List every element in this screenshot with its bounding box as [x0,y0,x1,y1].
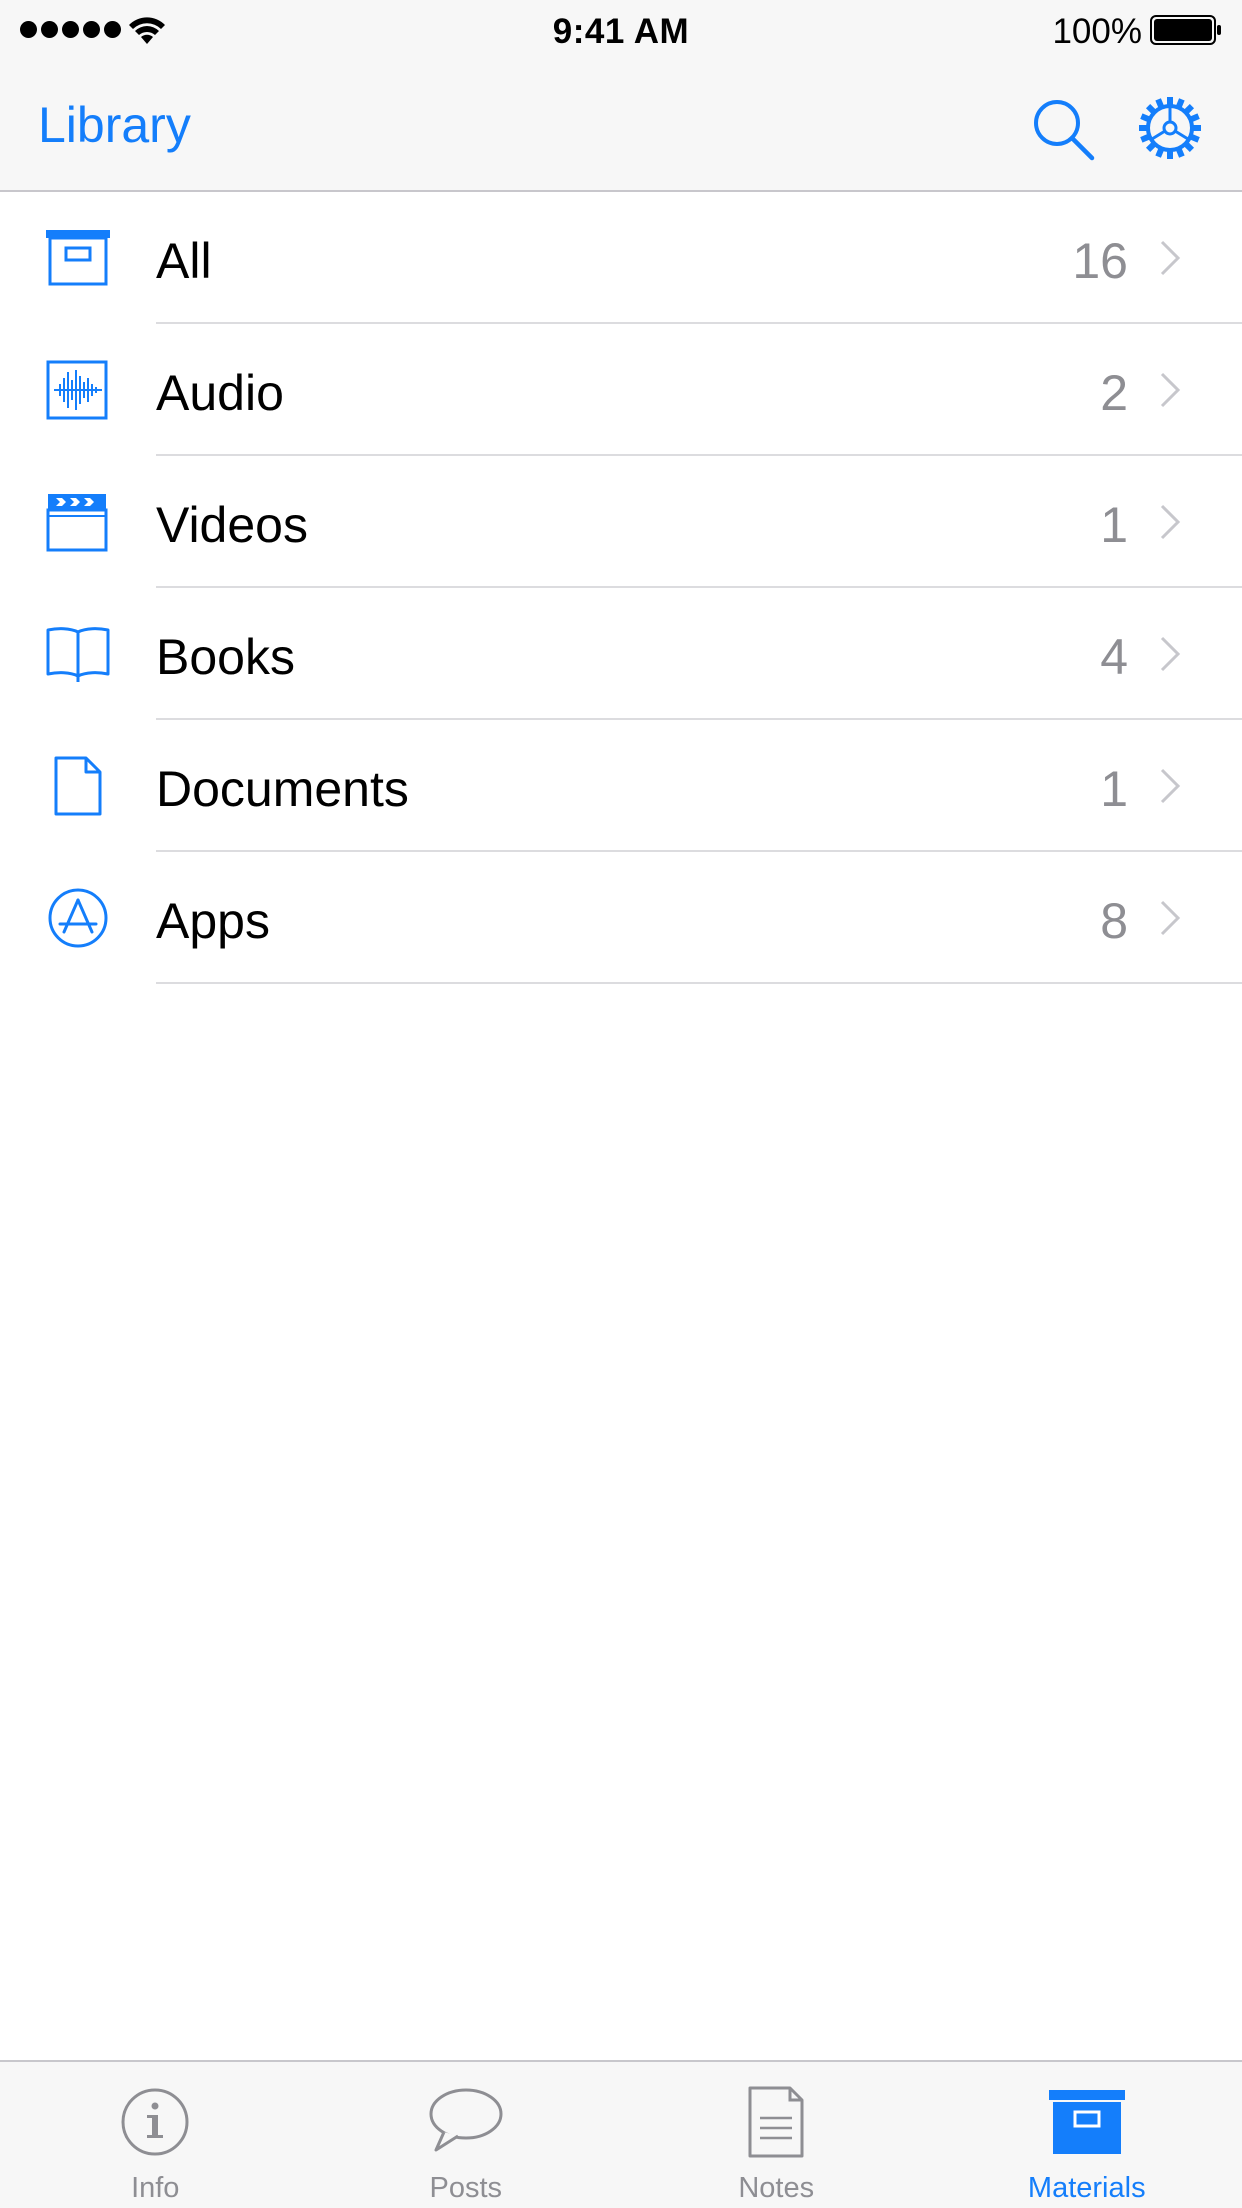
list-item-label: Audio [156,365,284,421]
tab-bar: Info Posts Notes Materials [0,2060,1242,2208]
list-item-books[interactable]: Books 4 [0,588,1242,720]
top-chrome: 9:41 AM 100% Library [0,0,1242,192]
chevron-right-icon [1160,504,1181,540]
chevron-right-icon [1160,240,1181,276]
list-item-count: 1 [1100,761,1128,817]
open-book-icon [46,627,110,682]
list-item-apps[interactable]: Apps 8 [0,852,1242,984]
navigation-bar: Library [0,60,1242,192]
list-item-count: 1 [1100,497,1128,553]
list-item-label: Documents [156,761,409,817]
battery-percent: 100% [1052,12,1142,51]
list-item-count: 2 [1100,365,1128,421]
app-store-icon [48,888,108,948]
list-item-count: 16 [1072,233,1128,289]
tab-label: Info [131,2172,180,2204]
list-item-label: Books [156,629,295,685]
speech-bubble-icon [429,2088,503,2152]
tab-materials[interactable]: Materials [932,2062,1242,2208]
battery-icon [1150,15,1221,45]
list-item-label: Apps [156,893,270,949]
list-item-all[interactable]: All 16 [0,192,1242,324]
tab-posts[interactable]: Posts [311,2062,622,2208]
clapperboard-icon [46,494,108,552]
status-bar: 9:41 AM 100% [0,0,1242,60]
list-item-videos[interactable]: Videos 1 [0,456,1242,588]
chevron-right-icon [1160,636,1181,672]
list-item-audio[interactable]: Audio 2 [0,324,1242,456]
tab-notes[interactable]: Notes [621,2062,932,2208]
note-page-icon [748,2086,804,2158]
document-icon [54,756,102,816]
library-list: All 16 Audio 2 Videos 1 Books 4 Document… [0,192,1242,984]
chevron-right-icon [1160,768,1181,804]
row-separator [156,982,1242,984]
list-item-documents[interactable]: Documents 1 [0,720,1242,852]
archive-box-icon [46,230,110,286]
chevron-right-icon [1160,372,1181,408]
search-icon[interactable] [1030,96,1096,162]
page-title[interactable]: Library [38,96,191,154]
tab-label: Posts [429,2172,503,2204]
list-item-label: All [156,233,212,289]
tab-info[interactable]: Info [0,2062,311,2208]
waveform-icon [46,360,108,420]
list-item-count: 8 [1100,893,1128,949]
chevron-right-icon [1160,900,1181,936]
archive-box-icon [1048,2090,1125,2154]
list-item-label: Videos [156,497,308,553]
gear-icon[interactable] [1138,96,1202,160]
tab-label: Notes [738,2172,815,2204]
tab-label: Materials [1027,2172,1146,2204]
info-icon [121,2088,189,2156]
list-item-count: 4 [1100,629,1128,685]
